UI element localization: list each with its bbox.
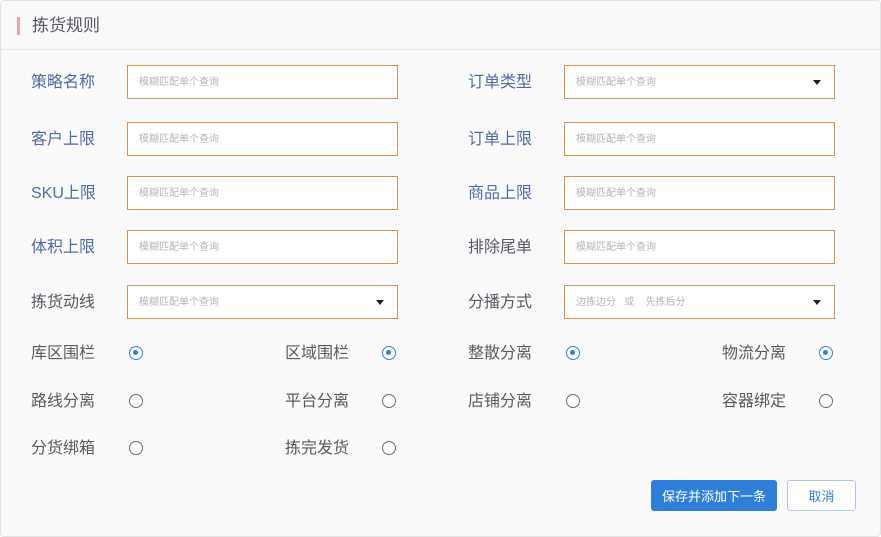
logistics-split-label: 物流分离 (722, 345, 787, 362)
goods-limit-input[interactable] (565, 177, 834, 209)
picking-route-placeholder: 模糊匹配单个查询 (139, 297, 219, 308)
customer-limit-label: 客户上限 (31, 131, 96, 148)
bulk-split-radio[interactable] (566, 346, 580, 360)
order-limit-input[interactable] (565, 123, 834, 155)
platform-split-label: 平台分离 (285, 393, 350, 410)
sku-limit-input[interactable] (128, 177, 397, 209)
warehouse-fence-label: 库区围栏 (31, 345, 96, 362)
store-split-label: 店铺分离 (468, 393, 533, 410)
volume-limit-label: 体积上限 (31, 239, 96, 256)
store-split-radio[interactable] (566, 394, 580, 408)
strategy-name-label: 策略名称 (31, 74, 96, 91)
strategy-name-field[interactable] (127, 65, 398, 99)
pick-then-ship-radio[interactable] (382, 441, 396, 455)
save-and-add-next-button[interactable]: 保存并添加下一条 (651, 480, 777, 511)
pick-then-ship-label: 拣完发货 (285, 440, 350, 457)
region-fence-label: 区域围栏 (285, 345, 350, 362)
sorting-method-value: 边拣边分 或 先拣后分 (576, 297, 686, 308)
order-type-placeholder: 模糊匹配单个查询 (576, 77, 656, 88)
sort-bind-box-label: 分货绑箱 (31, 440, 96, 457)
exclude-tail-label: 排除尾单 (468, 239, 533, 256)
order-limit-label: 订单上限 (468, 131, 533, 148)
sort-bind-box-radio[interactable] (129, 441, 143, 455)
panel-header: 拣货规则 (1, 1, 880, 50)
goods-limit-label: 商品上限 (468, 185, 533, 202)
goods-limit-field[interactable] (564, 176, 835, 210)
cancel-button[interactable]: 取消 (787, 480, 856, 511)
caret-down-icon (813, 80, 821, 85)
caret-down-icon (813, 300, 821, 305)
sku-limit-field[interactable] (127, 176, 398, 210)
bulk-split-label: 整散分离 (468, 345, 533, 362)
volume-limit-field[interactable] (127, 230, 398, 264)
volume-limit-input[interactable] (128, 231, 397, 263)
order-limit-field[interactable] (564, 122, 835, 156)
picking-route-label: 拣货动线 (31, 294, 96, 311)
route-split-radio[interactable] (129, 394, 143, 408)
order-type-label: 订单类型 (468, 74, 533, 91)
container-bind-label: 容器绑定 (722, 393, 787, 410)
exclude-tail-field[interactable] (564, 230, 835, 264)
exclude-tail-input[interactable] (565, 231, 834, 263)
customer-limit-field[interactable] (127, 122, 398, 156)
region-fence-radio[interactable] (382, 346, 396, 360)
route-split-label: 路线分离 (31, 393, 96, 410)
caret-down-icon (376, 300, 384, 305)
container-bind-radio[interactable] (819, 394, 833, 408)
logistics-split-radio[interactable] (819, 346, 833, 360)
sku-limit-label: SKU上限 (31, 185, 96, 202)
order-type-select[interactable]: 模糊匹配单个查询 (564, 65, 835, 99)
picking-route-select[interactable]: 模糊匹配单个查询 (127, 285, 398, 319)
customer-limit-input[interactable] (128, 123, 397, 155)
strategy-name-input[interactable] (128, 66, 397, 98)
sorting-method-select[interactable]: 边拣边分 或 先拣后分 (564, 285, 835, 319)
page-title: 拣货规则 (32, 16, 100, 35)
sorting-method-label: 分播方式 (468, 294, 533, 311)
title-accent-bar (17, 17, 20, 35)
warehouse-fence-radio[interactable] (129, 346, 143, 360)
platform-split-radio[interactable] (382, 394, 396, 408)
